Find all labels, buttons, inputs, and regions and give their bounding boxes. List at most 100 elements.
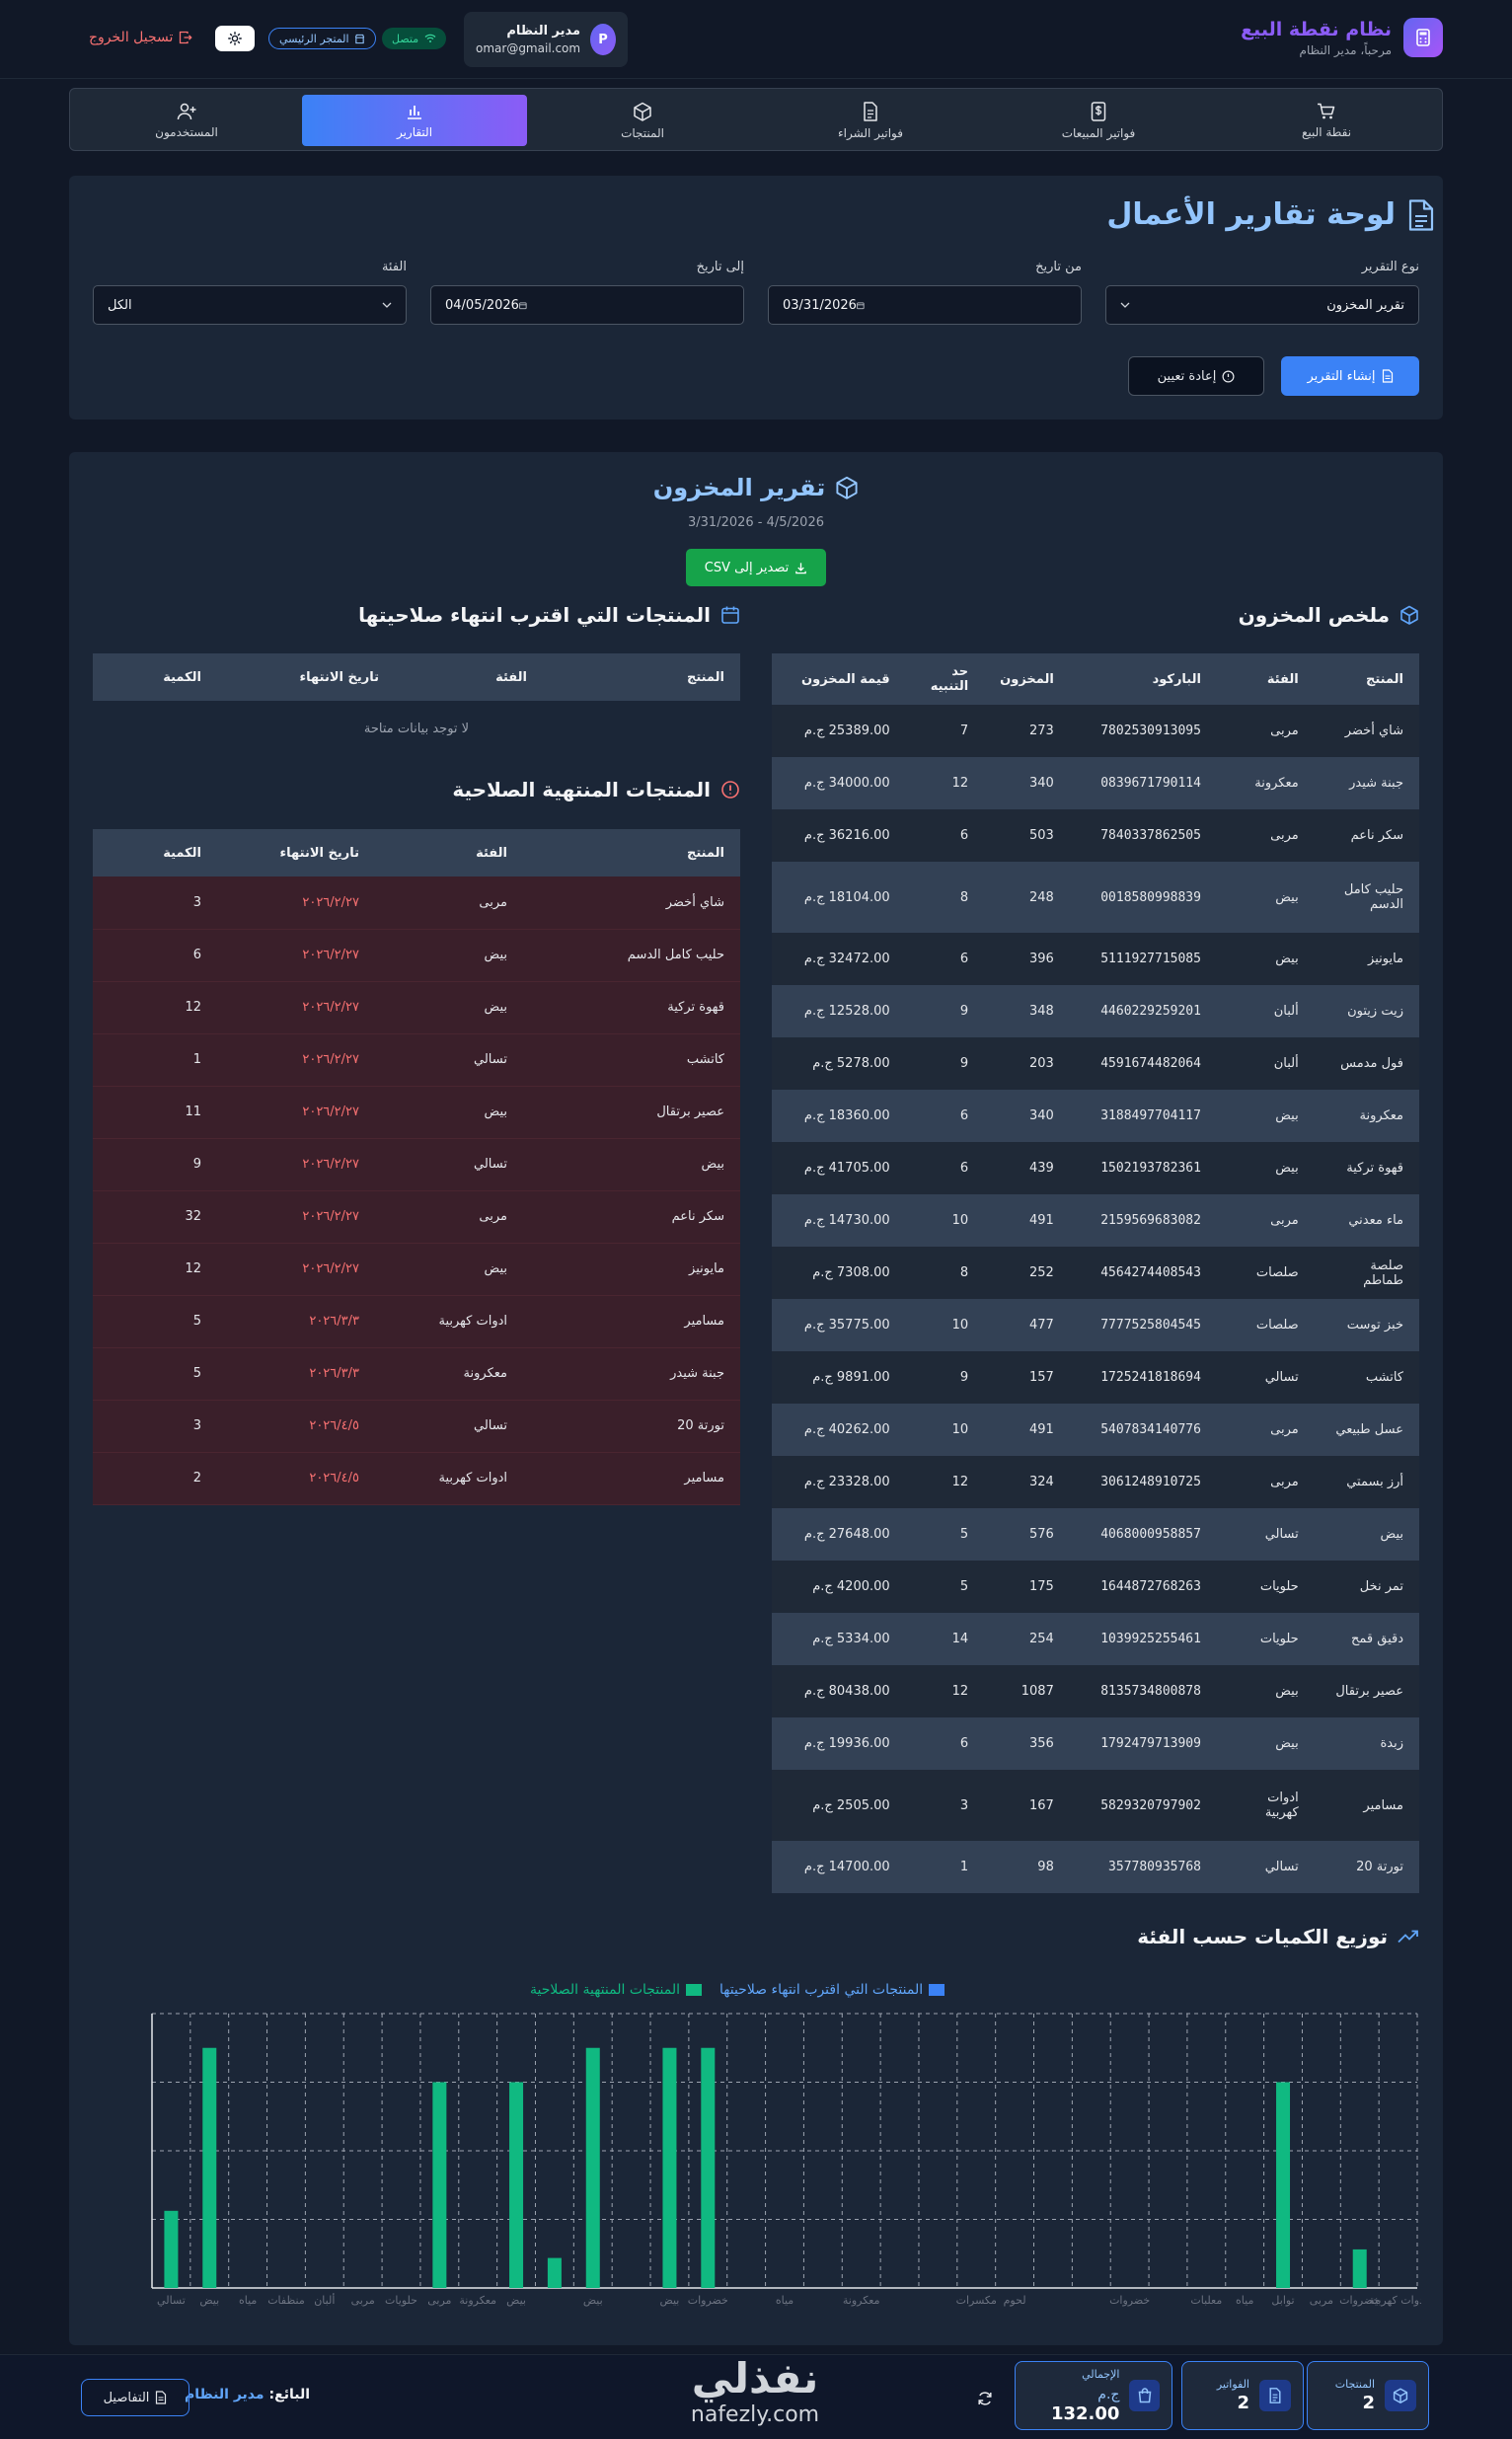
watermark: نفذلي nafezly.com — [661, 2353, 849, 2426]
chart-bar[interactable] — [1352, 2248, 1367, 2288]
column-header: الفئة — [1216, 653, 1315, 705]
table-cell: زيت زيتون — [1314, 985, 1419, 1037]
table-cell: 41705.00 ج.م — [772, 1142, 906, 1194]
store-icon — [354, 34, 364, 43]
chart-bar[interactable] — [164, 2210, 179, 2288]
table-cell: 356 — [984, 1717, 1070, 1770]
products-count-card[interactable]: المنتجات 2 — [1307, 2361, 1429, 2430]
store-badge[interactable]: المتجر الرئيسي — [268, 28, 376, 49]
logout-button[interactable]: تسجيل الخروج — [89, 30, 193, 45]
expiring-soon-table: المنتج الفئة تاريخ الانتهاء الكمية — [93, 653, 740, 701]
table-cell: ادوات كهربية — [375, 1295, 523, 1348]
refresh-icon[interactable] — [977, 2391, 993, 2406]
table-cell: 10 — [905, 1299, 985, 1351]
nav-item-users[interactable]: المستخدمون — [74, 95, 299, 146]
table-cell: 5 — [93, 1347, 217, 1401]
table-cell: 12 — [93, 1243, 217, 1296]
theme-toggle-button[interactable] — [215, 26, 255, 51]
nav-item-purchase-invoices[interactable]: فواتير الشراء — [758, 95, 983, 146]
chart-bar[interactable] — [701, 2047, 716, 2288]
table-cell: 5 — [93, 1295, 217, 1348]
table-row: دقيق قمح حلويات 1039925255461 254 14 5334.00 … — [772, 1613, 1419, 1665]
column-header: المخزون — [984, 653, 1070, 705]
report-title-text: تقرير المخزون — [652, 474, 826, 501]
category-value: الكل — [108, 297, 132, 313]
column-header: المنتج — [523, 829, 740, 877]
chart-tick-label: مربى — [351, 2294, 375, 2307]
details-label: التفاصيل — [103, 2390, 150, 2405]
table-cell: 14700.00 ج.م — [772, 1841, 906, 1893]
chart-tick-label: معكرونة — [459, 2294, 496, 2307]
table-cell: معكرونة — [375, 1347, 523, 1401]
table-row: كاتشب تسالي ٢٠٢٦/٢/٢٧ 1 — [93, 1033, 740, 1087]
table-cell: 1502193782361 — [1069, 1142, 1217, 1194]
chart-tick-label: مياه — [1236, 2294, 1253, 2307]
page-title-text: لوحة تقارير الأعمال — [1106, 197, 1396, 232]
table-cell: عصير برتقال — [523, 1086, 740, 1139]
chart-heading: توزيع الكميات حسب الفئة — [1137, 1925, 1419, 1948]
invoices-count-card[interactable]: الفواتير 2 — [1181, 2361, 1304, 2430]
table-cell: 34000.00 ج.م — [772, 757, 906, 809]
chart-bar[interactable] — [1276, 2082, 1291, 2289]
reset-button[interactable]: إعادة تعيين — [1128, 356, 1264, 396]
table-cell: ادوات كهربية — [1216, 1770, 1315, 1841]
chart-tick-label: بيض — [199, 2294, 219, 2307]
nav-item-products[interactable]: المنتجات — [530, 95, 755, 146]
nav-item-label: التقارير — [396, 124, 433, 139]
column-header: قيمة المخزون — [772, 653, 906, 705]
column-header: حد التنبيه — [905, 653, 985, 705]
bar-chart-icon — [408, 105, 421, 119]
shopping-bag-icon — [1129, 2380, 1160, 2411]
box-icon — [836, 476, 858, 499]
logout-label: تسجيل الخروج — [89, 30, 174, 45]
table-cell: مربى — [1216, 1456, 1315, 1508]
nav-item-sales-invoices[interactable]: فواتير المبيعات — [986, 95, 1211, 146]
table-cell: 8 — [905, 1247, 985, 1299]
chart-bar[interactable] — [547, 2257, 562, 2288]
total-card[interactable]: الإجمالي ج.م 132.00 — [1015, 2361, 1172, 2430]
export-csv-button[interactable]: تصدير إلى CSV — [686, 549, 826, 586]
generate-report-button[interactable]: إنشاء التقرير — [1281, 356, 1419, 396]
table-cell: 503 — [984, 809, 1070, 862]
to-date-input[interactable]: 04/05/2026 — [430, 285, 744, 325]
details-button[interactable]: التفاصيل — [81, 2379, 189, 2416]
user-menu[interactable]: P مدير النظام omar@gmail.com — [464, 12, 628, 67]
legend-swatch — [929, 1984, 945, 1996]
from-date-input[interactable]: 03/31/2026 — [768, 285, 1082, 325]
table-cell: 12 — [905, 1456, 985, 1508]
chart-bar[interactable] — [202, 2047, 217, 2288]
chart-bar[interactable] — [432, 2082, 447, 2289]
user-plus-icon — [177, 103, 196, 119]
user-email: omar@gmail.com — [476, 41, 581, 55]
table-row: مايونيز بيض 5111927715085 396 6 32472.00 ج.م — [772, 933, 1419, 985]
nav-item-pos[interactable]: نقطة البيع — [1214, 95, 1439, 146]
report-type-select[interactable]: تقرير المخزون — [1105, 285, 1419, 325]
table-cell: بيض — [1216, 933, 1315, 985]
table-cell: 10 — [905, 1194, 985, 1247]
table-cell: 7840337862505 — [1069, 809, 1217, 862]
category-select[interactable]: الكل — [93, 285, 407, 325]
table-cell: 439 — [984, 1142, 1070, 1194]
table-cell: ٢٠٢٦/٢/٢٧ — [217, 1243, 375, 1296]
column-header: الكمية — [93, 653, 217, 701]
table-row: صلصة طماطم صلصات 4564274408543 252 8 7308.00 … — [772, 1247, 1419, 1299]
stock-summary-title: ملخص المخزون — [1238, 603, 1390, 627]
chart-bar[interactable] — [509, 2082, 524, 2289]
document-icon — [156, 2391, 167, 2404]
nav-item-reports[interactable]: التقارير — [302, 95, 527, 146]
table-header-row: المنتج الفئة تاريخ الانتهاء الكمية — [93, 653, 740, 701]
table-cell: 1792479713909 — [1069, 1717, 1217, 1770]
table-row: مسامير ادوات كهربية ٢٠٢٦/٤/٥ 2 — [93, 1452, 740, 1505]
chart-bar[interactable] — [662, 2047, 677, 2288]
chart-tick-label: تسالي — [157, 2294, 186, 2307]
chart-bar[interactable] — [585, 2047, 600, 2288]
legend-item-expiring-soon[interactable]: المنتجات التي اقترب انتهاء صلاحيتها — [719, 1982, 945, 1998]
wifi-icon — [424, 34, 436, 42]
table-cell: مسامير — [1314, 1770, 1419, 1841]
from-date-value: 03/31/2026 — [783, 297, 857, 313]
table-row: عصير برتقال بيض ٢٠٢٦/٢/٢٧ 11 — [93, 1086, 740, 1139]
table-cell: 1644872768263 — [1069, 1561, 1217, 1613]
table-cell: تسالي — [1216, 1508, 1315, 1561]
report-title: تقرير المخزون — [563, 474, 949, 501]
legend-item-expired[interactable]: المنتجات المنتهية الصلاحية — [530, 1982, 702, 1998]
